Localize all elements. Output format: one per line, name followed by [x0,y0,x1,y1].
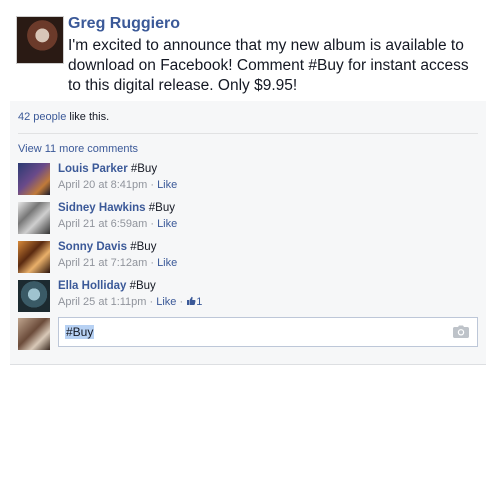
comment-input[interactable]: #Buy [58,317,478,347]
meta-separator: · [146,296,157,308]
commenter-avatar[interactable] [18,241,50,273]
author-avatar[interactable] [16,16,64,64]
comment-text: #Buy [127,163,158,175]
meta-separator: · [147,179,158,191]
comments-section: 42 people like this. View 11 more commen… [10,101,486,365]
meta-separator: · [176,296,187,308]
commenter-avatar[interactable] [18,202,50,234]
thumbs-up-icon[interactable] [186,296,196,308]
view-more-comments-link[interactable]: View 11 more comments [18,143,138,155]
comment-likes-count[interactable]: 1 [196,296,202,308]
comment-meta: April 25 at 1:11pm · Like · 1 [58,296,202,308]
comment-text: #Buy [126,280,156,292]
comment: Sonny Davis #Buy April 21 at 7:12am · Li… [18,241,478,277]
comment: Louis Parker #Buy April 20 at 8:41pm · L… [18,163,478,199]
camera-icon[interactable] [453,325,469,339]
likes-link[interactable]: 42 people [18,111,66,123]
post-text: I'm excited to announce that my new albu… [68,37,469,94]
comment-meta: April 20 at 8:41pm · Like [58,179,177,191]
commenter-name[interactable]: Sidney Hawkins [58,202,146,214]
meta-separator: · [147,257,158,269]
comment: Ella Holliday #Buy April 25 at 1:11pm · … [18,280,478,316]
reply-row: #Buy [18,317,478,351]
comment-time[interactable]: April 25 at 1:11pm [58,296,146,308]
comment-time[interactable]: April 20 at 8:41pm [58,179,147,191]
comment-time[interactable]: April 21 at 6:59am [58,218,147,230]
comment-meta: April 21 at 6:59am · Like [58,218,177,230]
comment-like-button[interactable]: Like [156,296,176,308]
comment-time[interactable]: April 21 at 7:12am [58,257,147,269]
comment: Sidney Hawkins #Buy April 21 at 6:59am ·… [18,202,478,238]
commenter-name[interactable]: Sonny Davis [58,241,127,253]
comment-like-button[interactable]: Like [157,218,177,230]
comment-like-button[interactable]: Like [157,257,177,269]
comment-like-button[interactable]: Like [157,179,177,191]
commenter-avatar[interactable] [18,280,50,312]
commenter-name[interactable]: Ella Holliday [58,280,126,292]
commenter-name[interactable]: Louis Parker [58,163,128,175]
commenter-avatar[interactable] [18,163,50,195]
divider [18,133,478,134]
comment-text: #Buy [145,202,175,214]
meta-separator: · [147,218,158,230]
comment-meta: April 21 at 7:12am · Like [58,257,177,269]
likes-summary: 42 people like this. [18,111,109,123]
comment-text: #Buy [127,241,157,253]
likes-suffix: like this. [66,111,110,123]
post-author[interactable]: Greg Ruggiero [68,15,180,33]
current-user-avatar [18,318,50,350]
comment-input-value[interactable]: #Buy [65,325,95,339]
